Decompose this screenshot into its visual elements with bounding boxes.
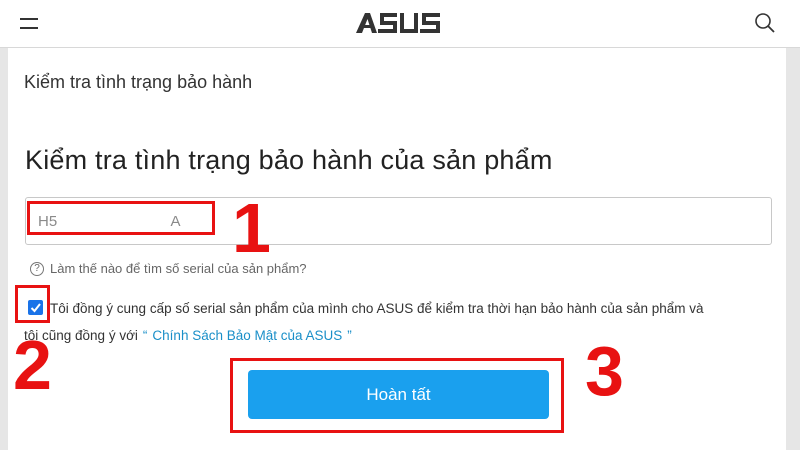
- annotation-step-3: 3: [585, 332, 624, 410]
- open-quote: “: [142, 328, 148, 343]
- page-frame-right: [786, 48, 800, 450]
- annotation-box-serial: [27, 201, 215, 235]
- site-header: [0, 0, 800, 48]
- consent-text-continued: tôi cũng đồng ý với “Chính Sách Bảo Mật c…: [24, 328, 357, 343]
- asus-logo[interactable]: [356, 13, 440, 33]
- annotation-step-1: 1: [232, 189, 271, 267]
- close-quote: ”: [347, 328, 352, 343]
- breadcrumb: Kiểm tra tình trạng bảo hành: [24, 72, 253, 92]
- help-icon: ?: [30, 261, 44, 276]
- privacy-policy-link[interactable]: Chính Sách Bảo Mật của ASUS: [152, 328, 342, 343]
- annotation-box-button: [230, 358, 564, 433]
- search-icon[interactable]: [754, 12, 776, 34]
- annotation-step-2: 2: [13, 326, 52, 404]
- page-title: Kiểm tra tình trạng bảo hành của sản phẩ…: [25, 145, 553, 175]
- page-frame-left: [0, 48, 8, 450]
- menu-icon[interactable]: [20, 18, 38, 31]
- annotation-box-checkbox: [15, 285, 50, 323]
- consent-text: Tôi đồng ý cung cấp số serial sản phẩm c…: [50, 301, 704, 316]
